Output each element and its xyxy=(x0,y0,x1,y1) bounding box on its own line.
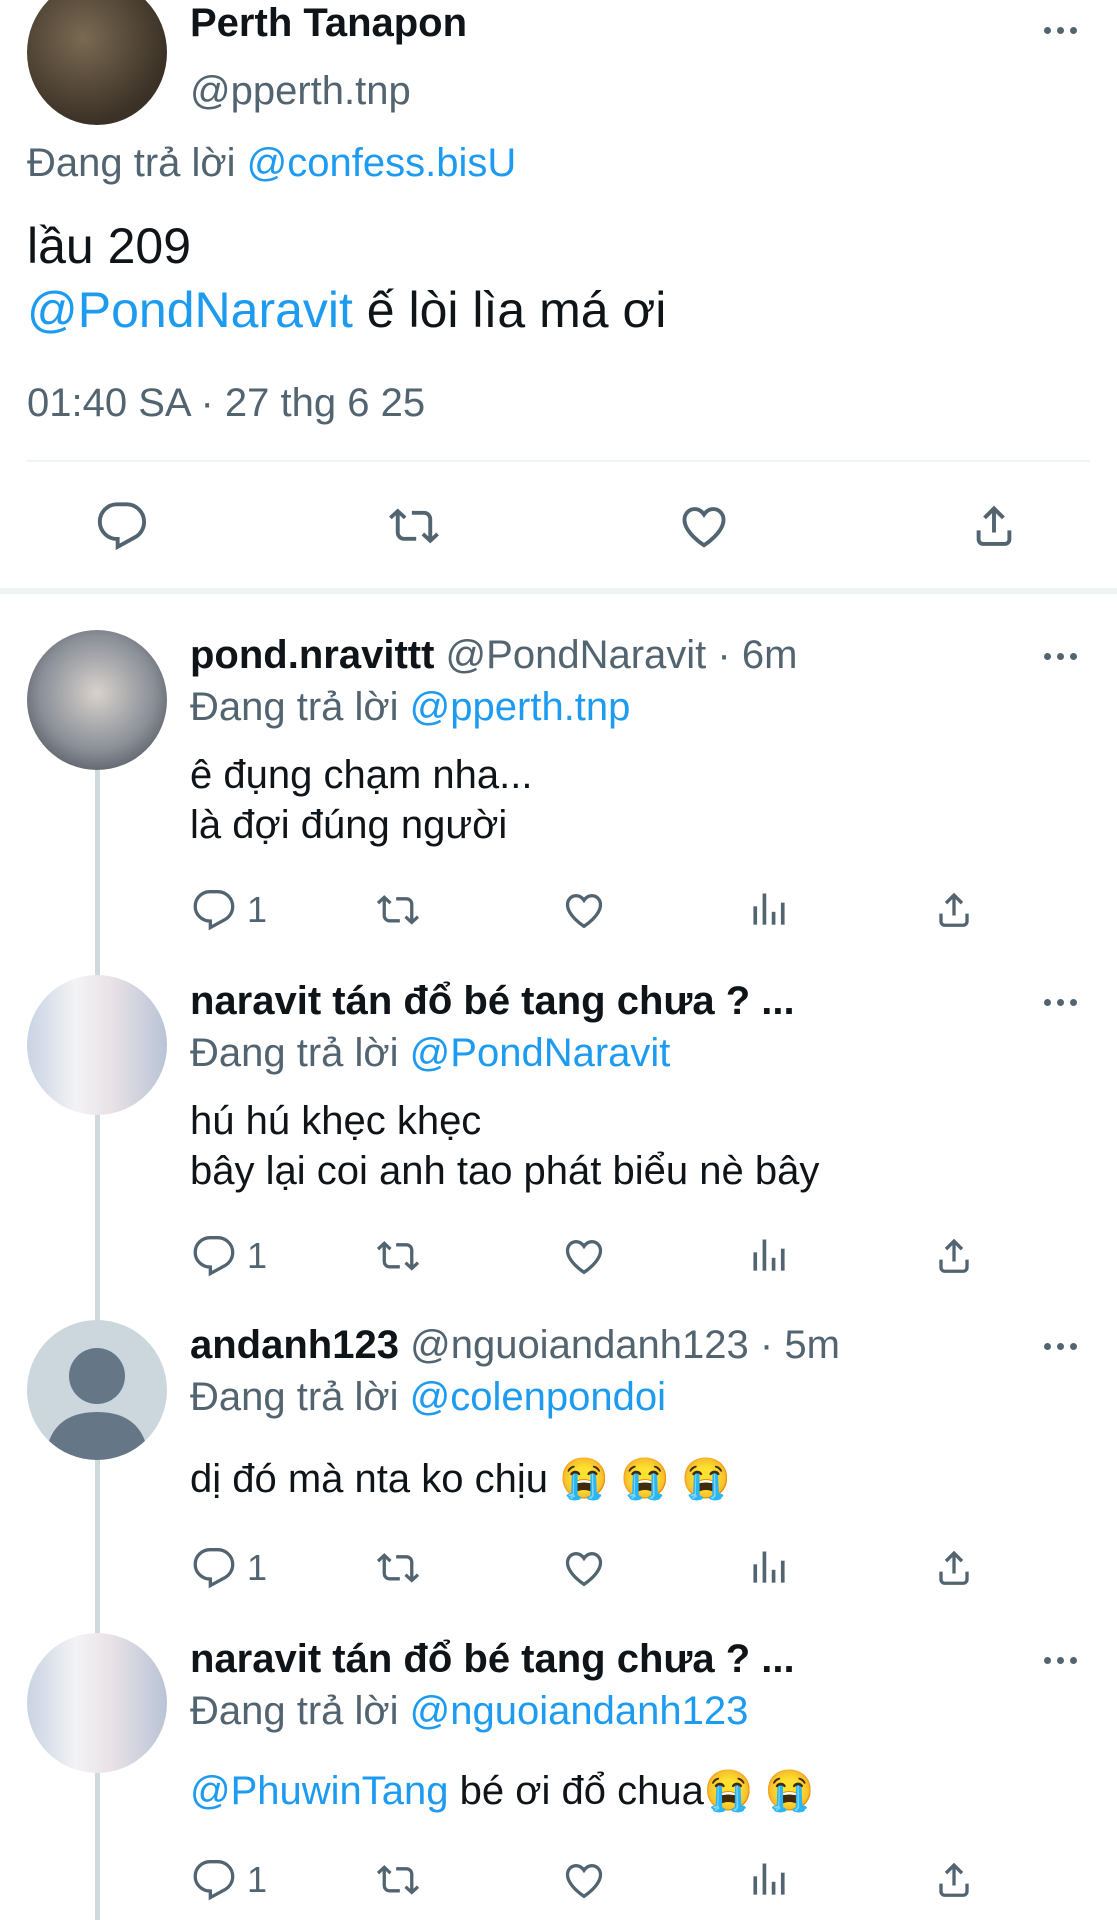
reply-to-link[interactable]: @confess.bisU xyxy=(247,141,517,185)
reply-context: Đang trả lời @pperth.tnp xyxy=(190,684,630,730)
tweet-text-line2: @PondNaravit ế lòi lìa má ơi xyxy=(27,282,666,338)
tweet-text-line1: lầu 209 xyxy=(27,218,192,274)
reply-author-name[interactable]: naravit tán đổ bé tang chưa ? ... xyxy=(190,1636,795,1682)
reply-prefix: Đang trả lời xyxy=(27,141,236,185)
reply-author-name[interactable]: andanh123 xyxy=(190,1323,399,1367)
more-icon[interactable] xyxy=(1040,1652,1080,1668)
comment-icon[interactable] xyxy=(96,500,148,552)
reply-text-line2: là đợi đúng người xyxy=(190,803,508,847)
views-icon[interactable] xyxy=(747,1858,791,1902)
reply-context: Đang trả lời @confess.bisU xyxy=(27,140,516,186)
reply-author-name[interactable]: naravit tán đổ bé tang chưa ? ... xyxy=(190,978,795,1024)
share-icon[interactable] xyxy=(932,1546,976,1590)
heart-icon[interactable] xyxy=(562,1234,606,1278)
retweet-icon[interactable] xyxy=(386,500,442,552)
avatar[interactable] xyxy=(27,1633,167,1773)
divider xyxy=(27,460,1090,462)
reply-author-handle[interactable]: @PondNaravit · 6m xyxy=(446,633,798,677)
tweet-text-rest: ế lòi lìa má ơi xyxy=(352,282,667,338)
reply-prefix: Đang trả lời xyxy=(190,1375,399,1419)
comment-icon[interactable] xyxy=(192,888,236,932)
author-handle[interactable]: @pperth.tnp xyxy=(190,68,411,114)
more-icon[interactable] xyxy=(1040,994,1080,1010)
avatar[interactable] xyxy=(27,0,167,125)
more-icon[interactable] xyxy=(1040,22,1080,38)
views-icon[interactable] xyxy=(747,888,791,932)
section-divider xyxy=(0,588,1117,594)
more-icon[interactable] xyxy=(1040,648,1080,664)
reply-prefix: Đang trả lời xyxy=(190,1031,399,1075)
reply-text-line1: hú hú khẹc khẹc xyxy=(190,1099,482,1143)
timestamp[interactable]: 01:40 SA · 27 thg 6 25 xyxy=(27,380,425,426)
reply-header: pond.nravittt @PondNaravit · 6m xyxy=(190,632,797,678)
heart-icon[interactable] xyxy=(562,1546,606,1590)
views-icon[interactable] xyxy=(747,1546,791,1590)
avatar[interactable] xyxy=(27,630,167,770)
views-icon[interactable] xyxy=(747,1234,791,1278)
share-icon[interactable] xyxy=(932,1858,976,1902)
reply-to-link[interactable]: @colenpondoi xyxy=(410,1375,666,1419)
comment-icon[interactable] xyxy=(192,1546,236,1590)
reply-prefix: Đang trả lời xyxy=(190,685,399,729)
avatar[interactable] xyxy=(27,975,167,1115)
retweet-icon[interactable] xyxy=(374,1858,422,1902)
reply-prefix: Đang trả lời xyxy=(190,1689,399,1733)
reply-text-line1: ê đụng chạm nha... xyxy=(190,753,533,797)
reply-header: andanh123 @nguoiandanh123 · 5m xyxy=(190,1322,840,1368)
author-name[interactable]: Perth Tanapon xyxy=(190,0,467,46)
avatar[interactable] xyxy=(27,1320,167,1460)
reply-count: 1 xyxy=(247,1235,268,1276)
reply-text-line1: dị đó mà nta ko chịu 😭 😭 😭 xyxy=(190,1457,731,1501)
retweet-icon[interactable] xyxy=(374,1234,422,1278)
reply-count: 1 xyxy=(247,1547,268,1588)
reply-context: Đang trả lời @colenpondoi xyxy=(190,1374,666,1420)
comment-icon[interactable] xyxy=(192,1234,236,1278)
reply-context: Đang trả lời @nguoiandanh123 xyxy=(190,1688,748,1734)
reply-text-line2: bây lại coi anh tao phát biểu nè bây xyxy=(190,1149,820,1193)
mention-link[interactable]: @PondNaravit xyxy=(27,282,353,338)
reply-context: Đang trả lời @PondNaravit xyxy=(190,1030,670,1076)
reply-to-link[interactable]: @pperth.tnp xyxy=(410,685,631,729)
share-icon[interactable] xyxy=(932,888,976,932)
heart-icon[interactable] xyxy=(562,888,606,932)
reply-to-link[interactable]: @PondNaravit xyxy=(410,1031,671,1075)
heart-icon[interactable] xyxy=(562,1858,606,1902)
heart-icon[interactable] xyxy=(678,500,730,552)
mention-link[interactable]: @PhuwinTang xyxy=(190,1769,449,1813)
share-icon[interactable] xyxy=(968,500,1020,552)
reply-count: 1 xyxy=(247,1859,268,1900)
reply-text-rest: bé ơi đổ chua😭 😭 xyxy=(448,1769,815,1813)
retweet-icon[interactable] xyxy=(374,888,422,932)
default-avatar-icon xyxy=(45,1348,149,1460)
reply-count: 1 xyxy=(247,889,268,930)
reply-text-line1: @PhuwinTang bé ơi đổ chua😭 😭 xyxy=(190,1766,815,1816)
share-icon[interactable] xyxy=(932,1234,976,1278)
reply-to-link[interactable]: @nguoiandanh123 xyxy=(410,1689,749,1733)
reply-author-name[interactable]: pond.nravittt xyxy=(190,633,434,677)
reply-author-handle[interactable]: @nguoiandanh123 · 5m xyxy=(410,1323,840,1367)
comment-icon[interactable] xyxy=(192,1858,236,1902)
more-icon[interactable] xyxy=(1040,1338,1080,1354)
retweet-icon[interactable] xyxy=(374,1546,422,1590)
